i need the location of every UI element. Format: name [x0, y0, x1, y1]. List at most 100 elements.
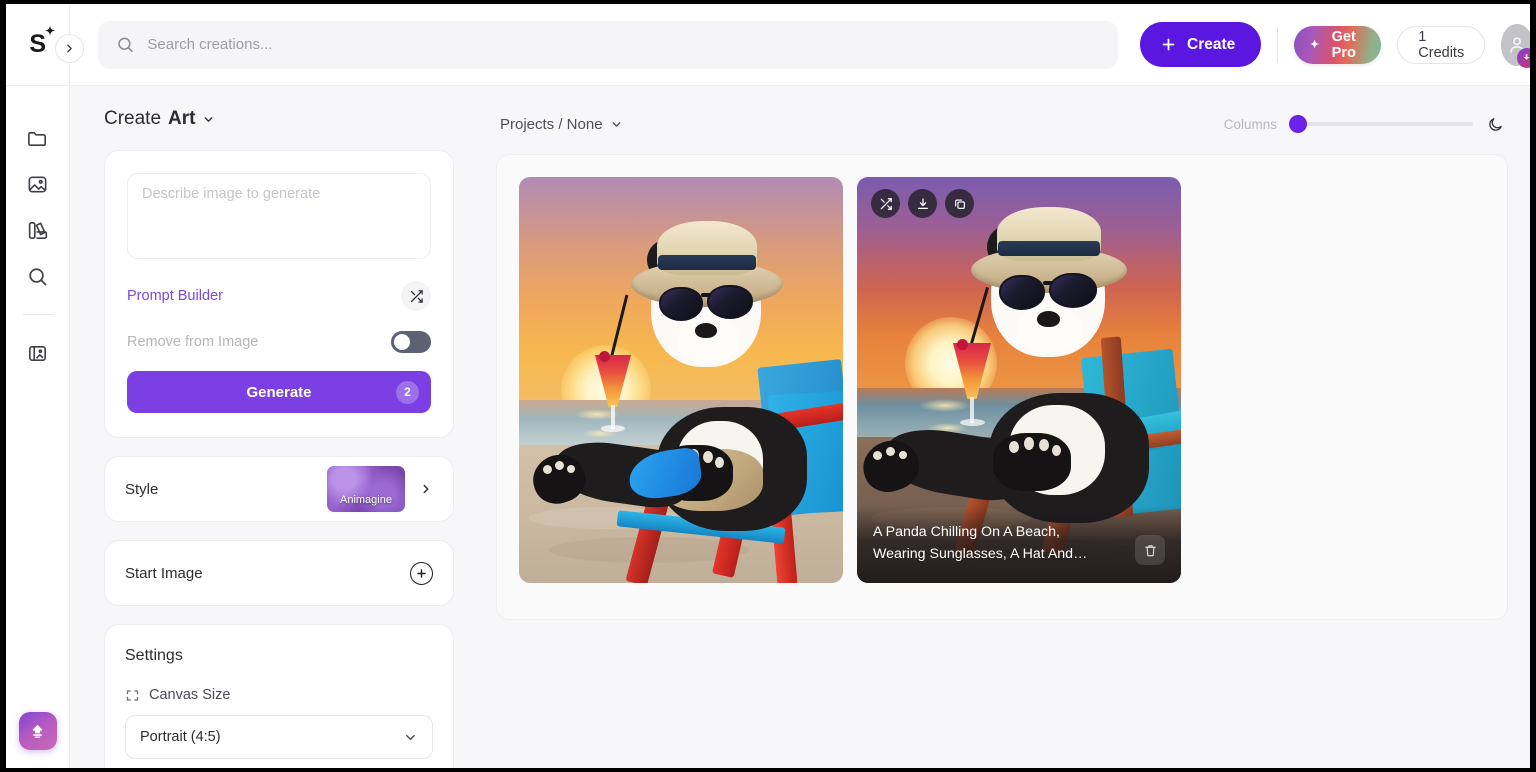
plus-circle-icon: [417, 568, 426, 578]
generate-button-label: Generate: [246, 383, 312, 401]
start-image-add-button[interactable]: [410, 561, 433, 585]
canvas-size-label-row: Canvas Size: [125, 687, 433, 703]
generated-image: [519, 177, 843, 583]
shuffle-icon: [880, 197, 892, 210]
shuffle-icon: [410, 289, 423, 303]
credits-label: 1 Credits: [1418, 28, 1465, 61]
chevron-right-icon: [67, 44, 72, 52]
main-header: Projects / None Columns: [496, 104, 1508, 144]
start-image-label: Start Image: [125, 564, 203, 582]
search-icon: [118, 37, 133, 53]
image-caption-text: A Panda Chilling On A Beach, Wearing Sun…: [873, 524, 1088, 562]
credits-badge[interactable]: 1 Credits: [1397, 25, 1486, 64]
get-pro-button[interactable]: ✦ Get Pro: [1294, 25, 1382, 64]
rail-item-explore[interactable]: [16, 254, 60, 298]
trash-icon: [1144, 544, 1156, 556]
columns-slider-thumb[interactable]: [1289, 115, 1307, 133]
chevron-right-icon: [423, 484, 429, 494]
toolbar-divider: [1277, 26, 1278, 63]
style-value-group: Animagine: [327, 466, 433, 512]
gallery-item[interactable]: A Panda Chilling On A Beach, Wearing Sun…: [857, 177, 1181, 583]
prompt-builder-link[interactable]: Prompt Builder: [127, 288, 223, 304]
main-content: Projects / None Columns A Panda Chilling…: [482, 86, 1530, 768]
canvas-size-label: Canvas Size: [149, 687, 231, 703]
app-body: Create Art Prompt Builder Remove from Im…: [6, 86, 1530, 768]
prompt-builder-row: Prompt Builder: [127, 281, 431, 311]
remove-from-image-label: Remove from Image: [127, 334, 259, 350]
rail-item-styles[interactable]: [16, 208, 60, 252]
delete-image-button[interactable]: [1135, 535, 1165, 565]
view-controls: Columns: [1223, 115, 1504, 133]
moon-icon: [1489, 117, 1502, 131]
generate-count-badge: 2: [396, 380, 419, 404]
expand-icon: [126, 689, 139, 701]
panel-title-prefix: Create: [104, 108, 162, 129]
search-icon: [29, 267, 47, 286]
rail-item-projects[interactable]: [16, 116, 60, 160]
download-button[interactable]: [908, 189, 937, 218]
prompt-shuffle-button[interactable]: [401, 281, 431, 311]
image-caption-bar: A Panda Chilling On A Beach, Wearing Sun…: [857, 506, 1181, 583]
gallery-item[interactable]: [519, 177, 843, 583]
style-thumbnail-label: Animagine: [340, 494, 392, 506]
breadcrumb[interactable]: Projects / None: [500, 116, 623, 133]
brand-zone: S ✦: [6, 4, 84, 86]
avatar-upgrade-badge: [1516, 47, 1530, 68]
prompt-card: Prompt Builder Remove from Image Generat…: [104, 150, 454, 438]
plus-icon: [1162, 38, 1175, 51]
upgrade-fab-button[interactable]: [18, 712, 57, 750]
chevron-down-icon: [612, 121, 620, 127]
image-icon: [28, 175, 47, 193]
create-button[interactable]: Create: [1140, 22, 1262, 67]
avatar[interactable]: [1501, 23, 1530, 68]
search-input[interactable]: [147, 36, 1100, 53]
canvas-size-select[interactable]: Portrait (4:5): [125, 715, 433, 759]
copy-button[interactable]: [945, 189, 974, 218]
theme-toggle-button[interactable]: [1487, 116, 1504, 133]
sparkle-icon: ✦: [1310, 39, 1320, 51]
columns-slider[interactable]: [1289, 115, 1473, 133]
create-button-label: Create: [1187, 35, 1236, 53]
top-bar-actions: Create ✦ Get Pro 1 Credits: [1140, 22, 1530, 68]
rail-item-canvas[interactable]: [16, 331, 60, 375]
variations-button[interactable]: [871, 189, 900, 218]
sidebar-collapse-button[interactable]: [55, 33, 84, 63]
columns-label: Columns: [1223, 116, 1277, 132]
canvas-edit-icon: [29, 345, 46, 361]
logo-letter: S: [29, 30, 46, 58]
canvas-size-value: Portrait (4:5): [140, 729, 221, 745]
upgrade-arrow-icon: [32, 724, 43, 738]
prompt-input[interactable]: [127, 173, 431, 259]
download-icon: [917, 197, 928, 209]
rail-divider: [22, 314, 53, 315]
folder-icon: [28, 131, 46, 146]
panel-title[interactable]: Create Art: [104, 108, 454, 130]
style-chevron: [419, 482, 433, 496]
image-hover-toolbar: [871, 189, 974, 218]
settings-card: Settings Canvas Size Portrait (4:5): [104, 624, 454, 768]
app-logo[interactable]: S ✦: [29, 24, 55, 59]
create-panel: Create Art Prompt Builder Remove from Im…: [70, 86, 482, 768]
gallery-grid: A Panda Chilling On A Beach, Wearing Sun…: [496, 154, 1508, 620]
upgrade-arrow-icon: [1523, 54, 1530, 60]
style-label: Style: [125, 480, 159, 498]
top-bar: S ✦ Create ✦ Get Pro 1 Cr: [6, 4, 1530, 86]
chevron-down-icon: [205, 116, 213, 122]
palette-icon: [28, 221, 48, 239]
remove-from-image-toggle[interactable]: [391, 331, 431, 353]
app-window: S ✦ Create ✦ Get Pro 1 Cr: [6, 4, 1530, 768]
search-area: [70, 20, 1140, 69]
rail-item-images[interactable]: [16, 162, 60, 206]
style-thumbnail[interactable]: Animagine: [327, 466, 405, 512]
remove-from-image-row: Remove from Image: [127, 331, 431, 353]
settings-title: Settings: [125, 647, 183, 664]
search-box[interactable]: [98, 20, 1118, 69]
chevron-down-icon: [406, 734, 415, 740]
sparkle-icon: ✦: [45, 24, 55, 38]
panel-title-mode: Art: [168, 108, 196, 129]
generate-button[interactable]: Generate 2: [127, 371, 431, 413]
start-image-row[interactable]: Start Image: [104, 540, 454, 606]
style-row[interactable]: Style Animagine: [104, 456, 454, 522]
icon-rail: [6, 86, 70, 768]
copy-icon: [954, 198, 965, 209]
